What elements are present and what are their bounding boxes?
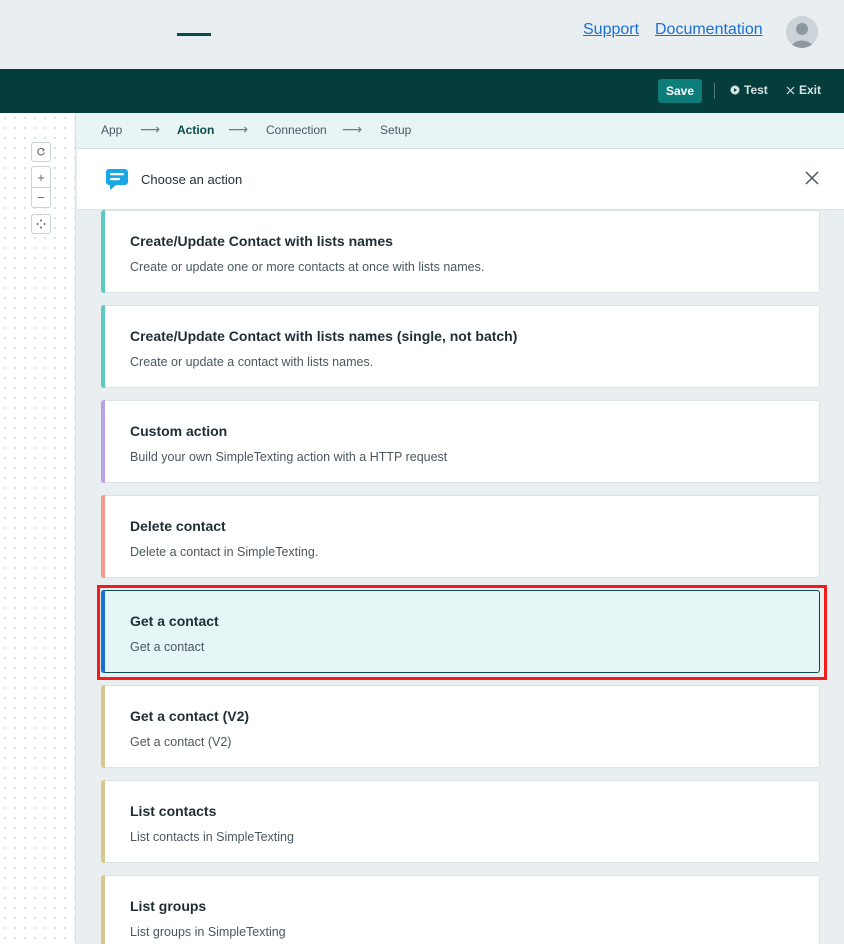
close-icon: [786, 86, 795, 94]
header-divider: [714, 83, 715, 99]
category-accent-bar: [101, 590, 105, 673]
editor-header: Save Test Exit: [0, 69, 844, 113]
fit-view-icon[interactable]: [31, 214, 51, 234]
action-description: Get a contact (V2): [130, 735, 232, 749]
action-card[interactable]: Create/Update Contact with lists names (…: [101, 305, 820, 388]
support-link[interactable]: Support: [583, 21, 639, 39]
step-connection[interactable]: Connection: [266, 123, 327, 137]
close-panel-icon[interactable]: [803, 169, 821, 187]
category-accent-bar: [101, 210, 105, 293]
action-description: Create or update a contact with lists na…: [130, 355, 374, 369]
action-description: List contacts in SimpleTexting: [130, 830, 294, 844]
documentation-link[interactable]: Documentation: [655, 21, 763, 39]
action-title: List contacts: [130, 803, 217, 819]
action-title: Custom action: [130, 423, 228, 439]
action-title: Get a contact: [130, 613, 219, 629]
action-card[interactable]: Delete contact Delete a contact in Simple…: [101, 495, 820, 578]
arrow-right-icon: ⟶: [140, 121, 161, 137]
action-list: Create/Update Contact with lists names Cr…: [77, 210, 844, 944]
action-description: Create or update one or more contacts at…: [130, 260, 485, 274]
flow-canvas[interactable]: [0, 113, 76, 944]
action-card[interactable]: Create/Update Contact with lists names Cr…: [101, 210, 820, 293]
play-circle-icon: [730, 85, 740, 95]
action-description: Get a contact: [130, 640, 205, 654]
active-step-indicator: [177, 33, 211, 36]
zoom-controls: + −: [31, 166, 51, 208]
category-accent-bar: [101, 875, 105, 944]
exit-button[interactable]: Exit: [786, 83, 821, 97]
exit-label: Exit: [799, 83, 822, 97]
category-accent-bar: [101, 495, 105, 578]
action-title: Get a contact (V2): [130, 708, 250, 724]
test-label: Test: [744, 83, 768, 97]
zoom-in-icon[interactable]: +: [32, 167, 50, 187]
step-action[interactable]: Action: [177, 123, 214, 137]
action-title: Create/Update Contact with lists names (…: [130, 328, 518, 344]
category-accent-bar: [101, 305, 105, 388]
arrow-right-icon: ⟶: [342, 121, 363, 137]
simpletexting-logo-icon: [104, 167, 130, 193]
action-description: Delete a contact in SimpleTexting.: [130, 545, 319, 559]
panel-title: Choose an action: [141, 172, 243, 187]
step-app[interactable]: App: [101, 123, 122, 137]
save-button[interactable]: Save: [658, 79, 702, 103]
action-description: Build your own SimpleTexting action with…: [130, 450, 448, 464]
category-accent-bar: [101, 400, 105, 483]
action-card[interactable]: Custom action Build your own SimpleTextin…: [101, 400, 820, 483]
wizard-steps: App ⟶ Action ⟶ Connection ⟶ Setup: [77, 113, 844, 149]
action-title: Delete contact: [130, 518, 226, 534]
action-card[interactable]: List contacts List contacts in SimpleText…: [101, 780, 820, 863]
arrow-right-icon: ⟶: [228, 121, 249, 137]
action-card[interactable]: Get a contact (V2) Get a contact (V2): [101, 685, 820, 768]
test-button[interactable]: Test: [730, 83, 768, 97]
reset-icon[interactable]: [31, 142, 51, 162]
top-bar: Support Documentation: [0, 0, 844, 69]
category-accent-bar: [101, 685, 105, 768]
action-card[interactable]: Get a contact Get a contact: [101, 590, 820, 673]
category-accent-bar: [101, 780, 105, 863]
zoom-out-icon[interactable]: −: [32, 187, 50, 207]
choose-action-header: Choose an action: [77, 149, 844, 210]
action-card[interactable]: List groups List groups in SimpleTexting: [101, 875, 820, 944]
action-description: List groups in SimpleTexting: [130, 925, 286, 939]
action-title: Create/Update Contact with lists names: [130, 233, 393, 249]
action-title: List groups: [130, 898, 207, 914]
user-avatar-icon[interactable]: [786, 16, 818, 48]
step-setup[interactable]: Setup: [380, 123, 411, 137]
